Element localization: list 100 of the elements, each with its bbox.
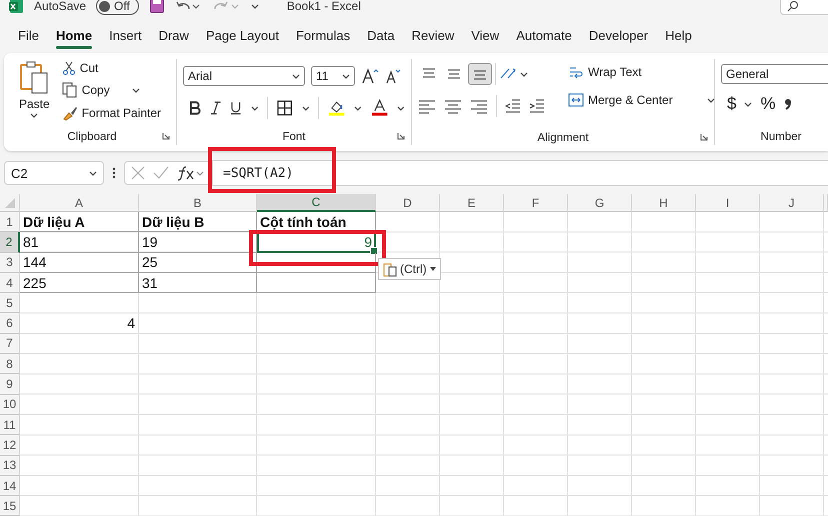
menu-tab[interactable]: Home [48, 25, 100, 48]
formula-input[interactable]: =SQRT(A2) [212, 160, 828, 186]
row-header[interactable]: 13 [0, 456, 20, 476]
row-header[interactable]: 8 [0, 354, 20, 374]
table-cell: 81 [20, 232, 139, 253]
wrap-text-button[interactable]: Wrap Text [565, 62, 718, 82]
row-header[interactable]: 11 [0, 414, 20, 436]
align-left-icon[interactable] [418, 98, 436, 114]
row-header[interactable]: 10 [0, 394, 20, 415]
number-format-dropdown[interactable]: General [721, 64, 828, 84]
row-header[interactable]: 6 [0, 313, 20, 334]
caret-icon [250, 4, 259, 8]
menu-tab[interactable]: Formulas [288, 25, 358, 48]
underline-icon[interactable] [230, 101, 242, 115]
dialog-launcher-icon[interactable] [162, 132, 170, 140]
currency-button[interactable]: $ [727, 94, 736, 114]
row-header[interactable]: 1 [0, 212, 20, 232]
paintbrush-icon [62, 105, 78, 121]
caret-icon [520, 72, 528, 76]
search-icon [787, 0, 799, 12]
column-header[interactable]: C [257, 194, 376, 212]
dropdown-arrow-icon [430, 267, 436, 271]
dialog-launcher-icon[interactable] [700, 133, 708, 141]
align-bottom-button[interactable] [468, 63, 492, 85]
menu-tab[interactable]: File [10, 25, 47, 48]
column-header[interactable]: A [20, 194, 139, 212]
row-header[interactable]: 15 [0, 496, 20, 516]
more-options-icon[interactable] [112, 167, 116, 179]
menu-tab[interactable]: Automate [508, 25, 580, 48]
decrease-font-size-icon[interactable] [385, 67, 401, 85]
menu-tab[interactable]: Insert [101, 25, 150, 48]
paste-options-button[interactable]: (Ctrl) [378, 258, 441, 280]
row-header[interactable]: 5 [0, 293, 20, 314]
row-header[interactable]: 9 [0, 374, 20, 395]
dialog-launcher-icon[interactable] [397, 132, 405, 140]
table-cell: 31 [139, 272, 257, 294]
column-header[interactable]: I [696, 194, 760, 212]
table-cell: Dữ liệu A [20, 212, 139, 232]
align-right-icon[interactable] [470, 98, 488, 114]
column-header[interactable]: J [760, 194, 824, 212]
row-header[interactable]: 3 [0, 252, 20, 273]
search-field[interactable] [780, 0, 828, 15]
spreadsheet-app-icon [8, 0, 24, 14]
column-header[interactable]: E [440, 194, 504, 212]
menu-tab[interactable]: Review [404, 25, 462, 48]
save-icon[interactable] [148, 0, 165, 14]
column-header[interactable]: H [632, 194, 696, 212]
italic-icon[interactable] [210, 101, 222, 115]
caret-icon [397, 106, 406, 110]
bold-icon[interactable] [189, 101, 201, 115]
align-center-icon[interactable] [444, 98, 462, 114]
increase-indent-icon[interactable] [529, 99, 545, 113]
increase-font-size-icon[interactable] [361, 67, 379, 85]
row-header[interactable]: 7 [0, 334, 20, 354]
checkmark-icon[interactable] [153, 166, 169, 180]
menu-tab[interactable]: Draw [150, 25, 197, 48]
menu-tab[interactable]: Developer [580, 25, 656, 48]
menu-tab[interactable]: Data [359, 25, 403, 48]
font-name-dropdown[interactable]: Arial [183, 66, 305, 86]
caret-icon [30, 113, 38, 118]
caret-icon [342, 74, 350, 78]
merge-center-button[interactable]: Merge & Center [565, 90, 718, 110]
copy-button[interactable]: Copy [58, 80, 164, 100]
row-header[interactable]: 2 [0, 232, 20, 253]
table-cell: 25 [139, 252, 257, 273]
font-color-icon[interactable] [371, 99, 388, 117]
cut-button[interactable]: Cut [58, 59, 164, 77]
decrease-indent-icon[interactable] [505, 99, 521, 113]
name-box[interactable]: C2 [4, 161, 104, 185]
paste-button[interactable]: Paste [14, 59, 55, 129]
caret-icon [744, 102, 752, 106]
menu-tab[interactable]: Page Layout [198, 25, 287, 48]
fill-color-icon[interactable] [328, 99, 346, 117]
column-header[interactable]: D [376, 194, 440, 212]
menu-tab[interactable]: Help [657, 25, 700, 48]
row-header[interactable]: 12 [0, 435, 20, 456]
font-size-dropdown[interactable]: 11 [311, 66, 355, 86]
comma-style-icon[interactable] [784, 97, 792, 111]
autosave-toggle[interactable]: Off [96, 0, 139, 15]
table-cell: Dữ liệu B [139, 212, 257, 232]
borders-icon[interactable] [277, 100, 293, 116]
row-header[interactable]: 4 [0, 272, 20, 294]
insert-function-icon[interactable] [177, 165, 205, 181]
clipboard-icon [383, 261, 397, 277]
group-label: Alignment [537, 132, 589, 144]
group-label: Number [760, 131, 802, 143]
column-header[interactable]: F [504, 194, 568, 212]
table-cell: 4 [20, 313, 139, 334]
autosave-label: AutoSave [34, 0, 86, 13]
format-painter-button[interactable]: Format Painter [58, 103, 164, 123]
column-header[interactable]: G [568, 194, 632, 212]
column-header[interactable]: B [139, 194, 257, 212]
row-header[interactable]: 14 [0, 476, 20, 496]
table-cell: 9 [257, 232, 376, 253]
percent-button[interactable]: % [760, 94, 776, 114]
scissors-icon [62, 61, 76, 75]
caret-icon [292, 74, 300, 78]
table-cell: 225 [20, 272, 139, 294]
menu-tab[interactable]: View [463, 25, 508, 48]
group-label: Clipboard [67, 131, 117, 143]
